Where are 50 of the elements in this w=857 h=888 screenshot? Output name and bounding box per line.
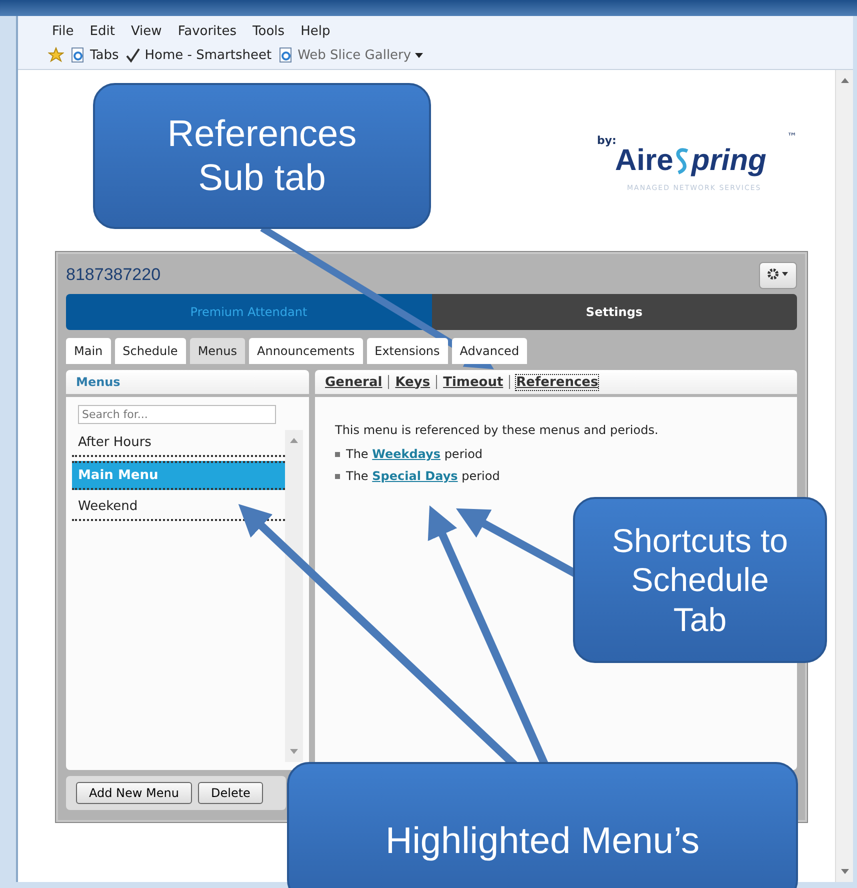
tab[interactable]: Announcements — [249, 338, 363, 364]
phone-number: 8187387220 — [66, 265, 161, 285]
tab[interactable]: Menus — [190, 338, 246, 364]
menu-item[interactable]: File — [46, 24, 80, 39]
callout-text: Schedule — [631, 560, 769, 600]
period-link[interactable]: Weekdays — [372, 447, 440, 461]
reference-text: The Weekdays period — [346, 447, 483, 461]
menu-item[interactable]: Tools — [246, 24, 291, 39]
tab[interactable]: Main — [66, 338, 111, 364]
page-icon — [278, 47, 294, 63]
action-button[interactable]: Add New Menu — [76, 782, 192, 804]
pane-header: Menus — [66, 370, 309, 394]
tab[interactable]: Advanced — [452, 338, 528, 364]
checkmark-icon — [124, 47, 141, 63]
action-button[interactable]: Delete — [198, 782, 264, 804]
menu-item[interactable]: Help — [294, 24, 336, 39]
subtab-link[interactable]: Timeout — [443, 374, 504, 390]
favorites-link[interactable]: Web Slice Gallery — [278, 47, 424, 63]
bullet-icon — [335, 452, 340, 456]
subtab-link[interactable]: References — [516, 374, 598, 390]
scrollbar[interactable] — [285, 430, 303, 762]
scroll-down-icon[interactable] — [290, 749, 298, 754]
menu-item[interactable]: Favorites — [172, 24, 243, 39]
search-field[interactable]: Search for... — [78, 405, 276, 424]
period-link[interactable]: Special Days — [372, 469, 458, 483]
gear-icon — [766, 266, 790, 280]
favorites-link[interactable]: Tabs — [70, 47, 119, 63]
scroll-up-icon[interactable] — [840, 78, 848, 83]
subtab-link[interactable]: Keys — [395, 374, 430, 390]
page-icon — [70, 47, 86, 63]
callout-text: Tab — [673, 600, 727, 640]
intro-text: This menu is referenced by these menus and periods. — [335, 423, 660, 437]
callout-text: Shortcuts to — [612, 520, 788, 560]
menu-item[interactable]: Edit — [84, 24, 121, 39]
favorites-link[interactable]: Home - Smartsheet — [124, 47, 272, 63]
bullet-icon — [335, 474, 340, 478]
scroll-down-icon[interactable] — [840, 869, 848, 874]
tab[interactable]: Schedule — [114, 338, 186, 364]
reference-text: The Special Days period — [346, 469, 500, 483]
section-tab[interactable]: Settings — [432, 294, 797, 330]
subtab-link[interactable]: General — [325, 374, 382, 390]
tab[interactable]: Extensions — [366, 338, 448, 364]
callout-text: Highlighted Menu’s — [385, 819, 700, 863]
callout-text: References — [167, 112, 357, 156]
callout-text: Sub tab — [198, 156, 326, 200]
favorites-star-icon[interactable] — [48, 47, 64, 63]
settings-button[interactable] — [759, 262, 797, 288]
scroll-up-icon[interactable] — [290, 438, 298, 443]
page-scrollbar[interactable] — [835, 70, 853, 882]
menu-item[interactable]: View — [124, 24, 168, 39]
